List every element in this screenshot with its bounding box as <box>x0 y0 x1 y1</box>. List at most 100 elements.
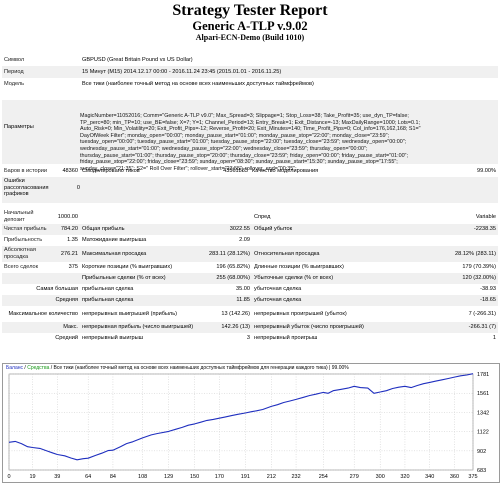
bars-value: 48360 <box>62 167 78 174</box>
parameters-line: DayOfWeek Filter"; monday_open="00:00"; … <box>80 132 390 139</box>
x-tick-label: 84 <box>110 474 116 480</box>
stats-table: Начальный депозит 1000.00 Спред Variable… <box>2 210 498 344</box>
gross-profit-label: Общая прибыль <box>80 224 202 235</box>
average-profit-value: 11.85 <box>202 295 252 306</box>
rel-dd-label: Относительная просадка <box>252 246 392 262</box>
bars-row: Баров в истории 48360 Смоделировано тико… <box>2 166 498 176</box>
x-tick-label: 212 <box>267 474 276 480</box>
report-title: Strategy Tester Report <box>172 2 328 19</box>
cons-wins-label: непрерывных выигрышей (прибыль) <box>82 310 177 317</box>
chart-svg: 1781 1561 1342 1122 902 683 0 19 39 64 84 108 129 150… <box>7 372 489 480</box>
parameters-line: Auto_Risk=0; Min_Volatility=20; Exit_Pro… <box>80 126 421 133</box>
net-value: 784.20 <box>54 224 80 235</box>
errors-value: 0 <box>76 185 80 191</box>
avg-row: Средний непрерывный выигрыш 3 непрерывны… <box>2 333 498 344</box>
x-tick-label: 0 <box>7 474 10 480</box>
pf-row: Прибыльность 1.35 Матожидание выигрыша 2… <box>2 235 498 246</box>
parameters-line: wednesday_pause_start="01:00"; wednesday… <box>80 145 368 152</box>
legend-balance: Баланс <box>6 365 24 371</box>
deposit-label: Начальный депозит <box>4 210 34 223</box>
info-label: Символ <box>4 56 25 63</box>
modeling-table: Баров в истории 48360 Смоделировано тико… <box>2 166 498 176</box>
cons-loss-value: -266.31 (7) <box>422 322 498 333</box>
max-dd-label: Максимальная просадка <box>80 246 202 262</box>
short-label: Короткие позиции (% выигравших) <box>82 264 173 270</box>
server-name: Alpari-ECN-Demo (Build 1010) <box>195 33 305 42</box>
x-tick-label: 300 <box>376 474 385 480</box>
average-label: Средняя <box>2 295 80 306</box>
legend-rest: / Все тики (наиболее точный метод на осн… <box>49 365 349 371</box>
net-label: Чистая прибыль <box>2 224 54 235</box>
spread-value: Variable <box>475 213 496 220</box>
report-page: Strategy Tester Report Generic A-TLP v.9… <box>0 0 500 483</box>
info-value: Все тики (наиболее точный метод на основ… <box>82 80 314 87</box>
x-tick-label: 150 <box>190 474 199 480</box>
x-tick-label: 191 <box>241 474 250 480</box>
info-label: Модель <box>4 80 25 87</box>
parameters-line: tuesday_open="00:00"; tuesday_pause_star… <box>80 139 407 146</box>
pf-label: Прибыльность <box>4 237 43 243</box>
errors-row: Ошибки рассогласования графиков 0 <box>2 177 498 203</box>
gross-profit-value: 3022.55 <box>202 224 252 235</box>
y-tick-label: 902 <box>477 449 486 455</box>
y-tick-label: 1122 <box>477 430 489 436</box>
x-tick-label: 64 <box>85 474 91 480</box>
x-tick-label: 375 <box>468 474 477 480</box>
x-tick-label: 232 <box>291 474 300 480</box>
parameters-line: TP_perc=80; min_TP=10; use_BE=false; X=7… <box>80 119 421 126</box>
info-row-period: Период 15 Минут (M15) 2014.12.17 00:00 -… <box>2 66 498 78</box>
info-label: Период <box>2 66 80 78</box>
avg-losses-label: непрерывный проигрыш <box>254 335 318 341</box>
max-count-row: Максимальное количество непрерывных выиг… <box>2 306 498 322</box>
rel-dd-value: 28.12% (283.11) <box>422 246 498 262</box>
abs-dd-label: Абсолютная просадка <box>2 246 54 262</box>
parameters-line: friday_pause_stop="22:00"; friday_close=… <box>80 159 398 166</box>
deposit-value: 1000.00 <box>57 213 78 220</box>
x-tick-label: 320 <box>400 474 409 480</box>
y-tick-label: 1561 <box>477 391 489 397</box>
gross-loss-label: Общий убыток <box>252 224 392 235</box>
long-label: Длинные позиции (% выигравших) <box>254 264 344 270</box>
cons-loss-label: непрерывный убыток (число проигрышей) <box>252 322 392 333</box>
x-tick-label: 19 <box>29 474 35 480</box>
payoff-label: Матожидание выигрыша <box>82 237 147 243</box>
total-value: 375 <box>68 264 78 270</box>
avg-wins-label: непрерывный выигрыш <box>82 335 144 341</box>
y-tick-label: 683 <box>477 468 486 474</box>
total-label: Всего сделок <box>4 264 39 270</box>
long-value: 179 (70.39%) <box>462 264 496 270</box>
largest-loss-value: -38.93 <box>480 286 496 292</box>
max-count-label: Максимальное количество <box>8 310 78 317</box>
cons-profit-value: 142.26 (13) <box>202 322 252 333</box>
info-value: 15 Минут (M15) 2014.12.17 00:00 - 2016.1… <box>80 66 498 78</box>
x-tick-label: 170 <box>215 474 224 480</box>
short-value: 196 (65.82%) <box>216 264 250 270</box>
cons-wins-value: 13 (142.26) <box>221 310 250 317</box>
cons-losses-value: 7 (-266.31) <box>468 310 496 317</box>
largest-profit-value: 35.00 <box>236 286 250 292</box>
deposit-row: Начальный депозит 1000.00 Спред Variable <box>2 210 498 224</box>
plot-area <box>8 373 474 471</box>
errors-label: Ошибки рассогласования графиков <box>4 178 49 198</box>
bars-label: Баров в истории <box>4 167 47 174</box>
total-row: Всего сделок 375 Короткие позиции (% выи… <box>2 262 498 273</box>
y-tick-label: 1781 <box>477 372 489 378</box>
parameters-text: MagicNumber=11052016; Comm="Generic A-TL… <box>80 113 490 172</box>
chart-legend: Баланс / Средства / Все тики (наиболее т… <box>6 365 349 371</box>
largest-label: Самая большая <box>36 286 78 292</box>
quality-value: 99.00% <box>477 167 496 174</box>
x-tick-label: 39 <box>54 474 60 480</box>
pf-value: 1.35 <box>67 237 78 243</box>
abs-dd-value: 276.21 <box>54 246 80 262</box>
largest-row: Самая большая прибыльная сделка 35.00 уб… <box>2 284 498 295</box>
avg-wins-value: 3 <box>246 335 250 341</box>
max-row: Макс. непрерывная прибыль (число выигрыш… <box>2 322 498 333</box>
largest-profit-label: прибыльная сделка <box>82 286 134 292</box>
info-row-model: Модель Все тики (наиболее точный метод н… <box>2 78 498 90</box>
average-loss-label: убыточная сделка <box>252 295 392 306</box>
parameters-label: Параметры <box>4 124 34 130</box>
info-table: Символ GBPUSD (Great Britain Pound vs US… <box>2 54 498 90</box>
info-value: GBPUSD (Great Britain Pound vs US Dollar… <box>82 56 193 63</box>
legend-equity: Средства <box>27 365 50 371</box>
y-tick-label: 1342 <box>477 410 489 416</box>
